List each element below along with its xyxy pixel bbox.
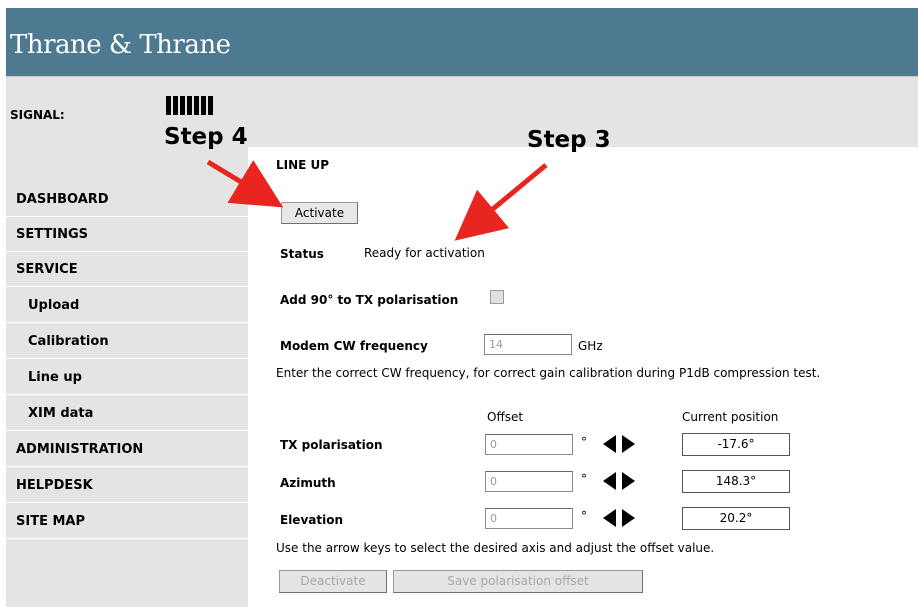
annotation-arrows <box>206 159 548 241</box>
step-4-arrow <box>206 159 284 208</box>
step-3-arrow <box>454 163 548 241</box>
